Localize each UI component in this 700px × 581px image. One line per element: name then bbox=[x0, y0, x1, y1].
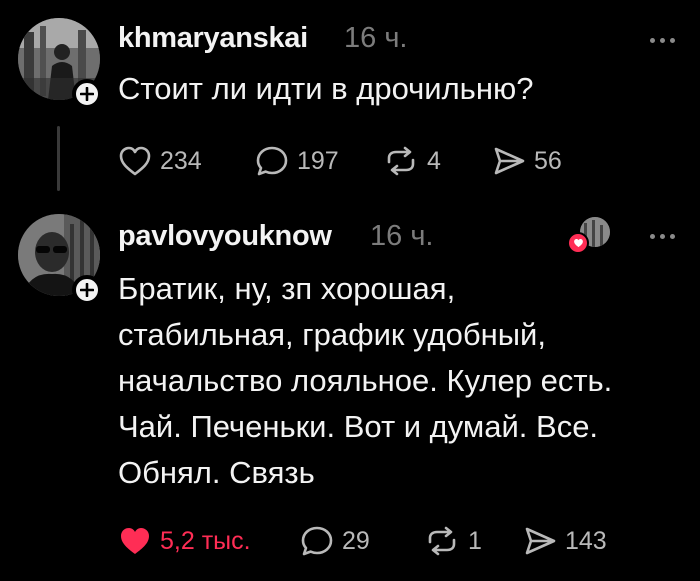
reply-count: 197 bbox=[297, 146, 339, 175]
repost-count: 1 bbox=[468, 526, 482, 555]
thread-connector-line bbox=[57, 126, 60, 191]
more-options-button[interactable] bbox=[642, 226, 682, 246]
post-text: Братик, ну, зп хорошая, стабильная, граф… bbox=[118, 266, 612, 496]
repost-button[interactable]: 1 bbox=[424, 525, 482, 557]
send-icon bbox=[494, 147, 525, 175]
repost-count: 4 bbox=[427, 146, 441, 175]
follow-button[interactable] bbox=[72, 275, 102, 305]
reply-count: 29 bbox=[342, 526, 370, 555]
heart-icon bbox=[573, 238, 583, 248]
reply-button[interactable]: 197 bbox=[255, 145, 339, 177]
share-count: 143 bbox=[565, 526, 607, 555]
post-text-line: Братик, ну, зп хорошая, bbox=[118, 271, 456, 306]
post-timestamp: 16 ч. bbox=[344, 22, 408, 54]
repost-icon bbox=[428, 526, 456, 556]
post-timestamp: 16 ч. bbox=[370, 220, 434, 252]
more-options-button[interactable] bbox=[642, 30, 682, 50]
repost-button[interactable]: 4 bbox=[383, 145, 441, 177]
share-button[interactable]: 143 bbox=[523, 525, 607, 557]
post-text-line: начальство лояльное. Кулер есть. bbox=[118, 363, 613, 398]
post-text-line: Обнял. Связь bbox=[118, 455, 315, 490]
plus-icon bbox=[80, 87, 94, 101]
reply-button[interactable]: 29 bbox=[300, 525, 370, 557]
speech-bubble-icon bbox=[256, 146, 288, 176]
more-icon bbox=[649, 233, 655, 239]
post-text-line: стабильная, график удобный, bbox=[118, 317, 546, 352]
thread-post-reply: pavlovyouknow 16 ч. Братик, ну, зп хорош… bbox=[0, 200, 700, 581]
share-count: 56 bbox=[534, 146, 562, 175]
send-icon bbox=[525, 527, 556, 555]
more-icon bbox=[649, 37, 655, 43]
heart-outline-icon bbox=[119, 146, 151, 176]
share-button[interactable]: 56 bbox=[492, 145, 562, 177]
like-button[interactable]: 234 bbox=[118, 145, 202, 177]
post-text-line: Стоит ли идти в дрочильню? bbox=[118, 71, 534, 106]
like-count: 5,2 тыс. bbox=[160, 526, 251, 555]
like-count: 234 bbox=[160, 146, 202, 175]
post-username[interactable]: khmaryanskai bbox=[118, 22, 308, 55]
post-text-line: Чай. Печеньки. Вот и думай. Все. bbox=[118, 409, 599, 444]
repost-icon bbox=[387, 146, 415, 176]
post-username[interactable]: pavlovyouknow bbox=[118, 220, 332, 253]
thread-post-original: khmaryanskai 16 ч. Стоит ли идти в дрочи… bbox=[0, 0, 700, 200]
heart-filled-icon bbox=[121, 528, 149, 554]
post-text: Стоит ли идти в дрочильню? bbox=[118, 66, 533, 112]
like-button[interactable]: 5,2 тыс. bbox=[118, 525, 251, 557]
author-liked-heart bbox=[567, 232, 589, 254]
speech-bubble-icon bbox=[301, 526, 333, 556]
follow-button[interactable] bbox=[72, 79, 102, 109]
plus-icon bbox=[80, 283, 94, 297]
